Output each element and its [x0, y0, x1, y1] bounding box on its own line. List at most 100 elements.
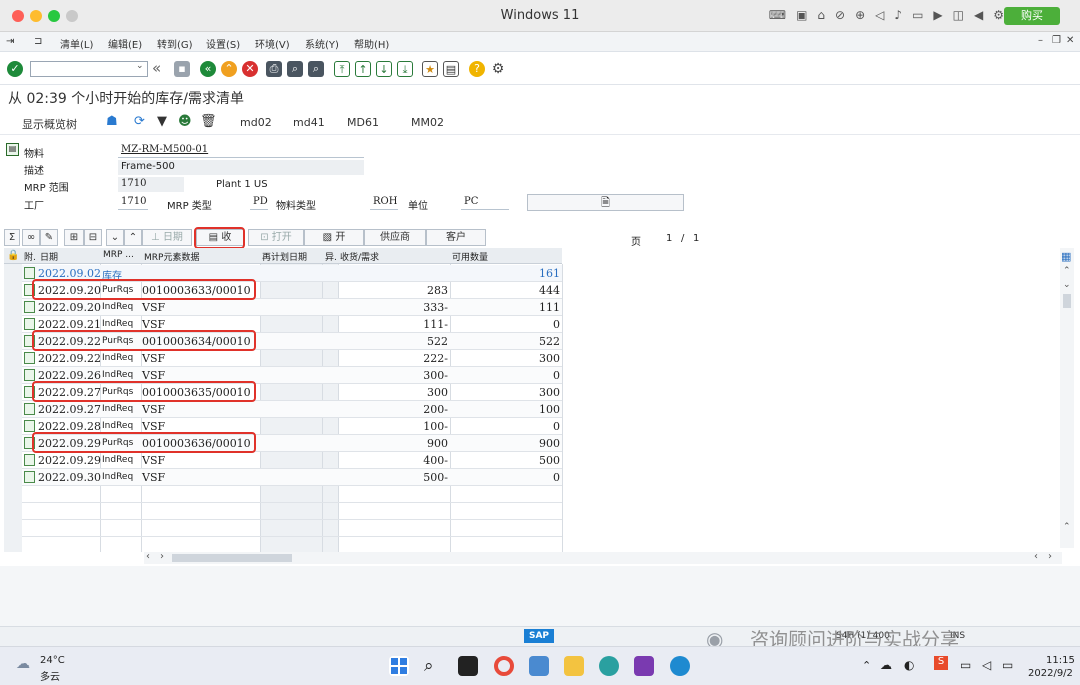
plant-field[interactable]: 1710 [118, 195, 148, 210]
tray-app-icon[interactable]: ◐ [904, 658, 914, 672]
search-icon[interactable]: ⌕ [424, 656, 444, 676]
date-button[interactable]: ⊥ 日期 [142, 229, 192, 246]
row-element-data[interactable]: VSF [142, 403, 165, 416]
link-md41[interactable]: md41 [293, 116, 325, 129]
material-field[interactable]: MZ-RM-M500-01 [118, 143, 364, 158]
filter-icon[interactable]: ▼ [157, 114, 167, 129]
col-mrp[interactable]: MRP ... [103, 250, 134, 260]
row-detail-icon[interactable] [24, 352, 35, 364]
back-double-icon[interactable]: « [152, 59, 161, 77]
people-icon[interactable]: ☗ [106, 114, 118, 129]
row-element-data[interactable]: VSF [142, 301, 165, 314]
header-details-button[interactable]: 🗎 [527, 194, 684, 211]
menu-system[interactable]: 系统(Y) [305, 36, 339, 51]
scroll-right-icon[interactable]: › [160, 551, 164, 562]
on-button[interactable]: ▧ 开 [304, 229, 364, 246]
weather-icon[interactable]: ☁ [16, 656, 30, 672]
show-overview-tree-button[interactable]: 显示概览树 [22, 116, 77, 132]
keyboard-icon[interactable]: ⌨ [769, 8, 786, 22]
find-next-icon[interactable]: ⌕ [308, 61, 324, 77]
menu-goto[interactable]: 转到(G) [157, 36, 193, 51]
row-element-data[interactable]: VSF [142, 454, 165, 467]
cpu-icon[interactable]: ▣ [796, 8, 807, 22]
enter-check-icon[interactable]: ✓ [7, 61, 23, 77]
open-button[interactable]: ⊡ 打开 [248, 229, 304, 246]
next-page-icon[interactable]: ↓ [376, 61, 392, 77]
app-icon[interactable] [599, 656, 619, 676]
menu-settings[interactable]: 设置(S) [206, 36, 240, 51]
shortcut-icon[interactable]: ▤ [443, 61, 459, 77]
row-detail-icon[interactable] [24, 369, 35, 381]
column-settings-icon[interactable]: ▦ [1061, 250, 1071, 263]
link-mm02[interactable]: MM02 [411, 116, 444, 129]
mic-icon[interactable]: ♪ [894, 8, 902, 22]
print-icon[interactable]: ⎙ [266, 61, 282, 77]
col-mrp-element[interactable]: MRP元素数据 [144, 250, 199, 263]
screen-icon[interactable]: ◫ [953, 8, 964, 22]
pencil-icon[interactable]: ✎ [40, 229, 58, 246]
delete-icon[interactable]: 🗑 [200, 114, 217, 129]
menu-exit-icon[interactable]: ⇥ [6, 36, 14, 47]
lock-icon[interactable]: 🔒 [7, 250, 19, 261]
cancel-icon[interactable]: ✕ [242, 61, 258, 77]
weather-text[interactable]: 多云 [40, 668, 60, 683]
tray-chevron-icon[interactable]: ⌃ [862, 659, 871, 672]
cloud-icon[interactable]: ☁ [880, 658, 892, 672]
expand-all-icon[interactable]: ⌄ [106, 229, 124, 246]
col-date[interactable]: 日期 [40, 250, 58, 263]
horizontal-scroll-thumb[interactable] [172, 554, 292, 562]
horizontal-scrollbar[interactable]: ‹ › ‹ › [144, 551, 1062, 564]
scroll-down-icon[interactable]: ⌄ [1063, 280, 1071, 290]
link-md61[interactable]: MD61 [347, 116, 379, 129]
row-detail-icon[interactable] [24, 471, 35, 483]
last-page-icon[interactable]: ⤓ [397, 61, 413, 77]
scroll-up-icon-bottom[interactable]: ⌃ [1063, 522, 1071, 532]
command-field[interactable] [30, 61, 148, 77]
col-available-qty[interactable]: 可用数量 [452, 250, 488, 263]
link-md02[interactable]: md02 [240, 116, 272, 129]
prev-page-icon[interactable]: ↑ [355, 61, 371, 77]
menu-help[interactable]: 帮助(H) [354, 36, 389, 51]
row-element-data[interactable]: VSF [142, 352, 165, 365]
start-icon[interactable] [389, 656, 409, 676]
col-attach[interactable]: 附. [24, 250, 36, 263]
settings-icon[interactable]: ⚙ [490, 61, 506, 77]
table-row[interactable]: 2022.09.20 IndReq VSF 333- 111 [22, 299, 562, 316]
onenote-icon[interactable] [634, 656, 654, 676]
monitor-icon[interactable]: ▭ [960, 658, 971, 672]
glasses-icon[interactable]: ∞ [22, 229, 40, 246]
menu-list[interactable]: 清单(L) [60, 36, 93, 51]
tray-s-icon[interactable]: S [934, 656, 948, 670]
volume-icon[interactable]: ◁ [875, 8, 884, 22]
vendor-button[interactable]: 供应商 [364, 229, 426, 246]
battery-icon[interactable]: ▭ [1002, 658, 1013, 672]
gear-icon[interactable]: ⚙ [993, 8, 1004, 22]
row-detail-icon[interactable] [24, 454, 35, 466]
drive-icon[interactable]: ▭ [912, 8, 923, 22]
camera-off-icon[interactable]: ⊘ [835, 8, 845, 22]
save-icon[interactable]: ▪ [174, 61, 190, 77]
user-icon[interactable]: ☻ [178, 114, 192, 129]
scroll-right-end-icon[interactable]: › [1048, 551, 1052, 562]
refresh-icon[interactable]: ⟳ [134, 114, 145, 129]
restore-icon[interactable]: ❐ [1052, 35, 1061, 46]
task-view-icon[interactable] [458, 656, 478, 676]
help-icon[interactable]: ? [469, 61, 485, 77]
file-explorer-icon[interactable] [564, 656, 584, 676]
minimize-icon[interactable]: – [1038, 35, 1043, 46]
row-detail-icon[interactable] [24, 301, 35, 313]
clock-date[interactable]: 2022/9/2 [1028, 668, 1073, 679]
customer-button[interactable]: 客户 [426, 229, 486, 246]
first-page-icon[interactable]: ⤒ [334, 61, 350, 77]
scroll-up-icon[interactable]: ⌃ [1063, 266, 1071, 276]
col-exception[interactable]: 异. [325, 250, 337, 263]
vertical-scrollbar[interactable]: ▦ ⌃ ⌄ ⌃ [1060, 248, 1074, 548]
edge-icon[interactable] [670, 656, 690, 676]
vertical-scroll-thumb[interactable] [1063, 294, 1071, 308]
sum-button[interactable]: Σ [4, 229, 20, 246]
hierarchy-icon[interactable]: ⊞ [64, 229, 84, 246]
stock-row-icon[interactable] [24, 267, 35, 279]
chevron-down-icon[interactable]: ⌄ [136, 61, 144, 71]
row-detail-icon[interactable] [24, 403, 35, 415]
row-detail-icon[interactable] [24, 318, 35, 330]
